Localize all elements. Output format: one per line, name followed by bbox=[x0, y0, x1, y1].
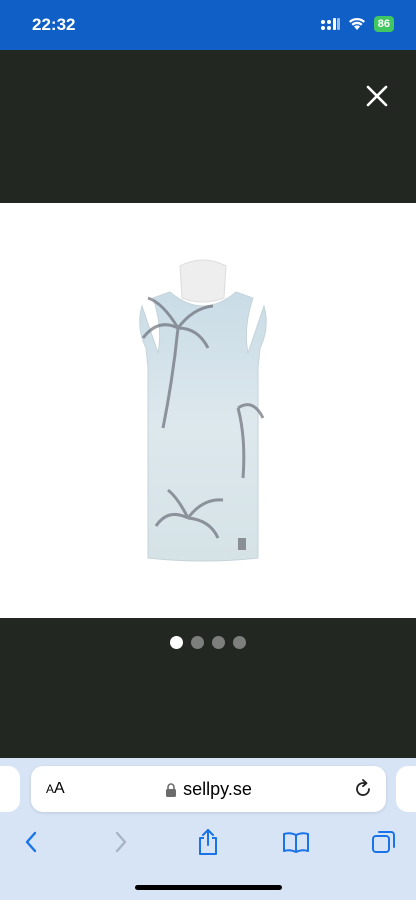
browser-bar: AA sellpy.se bbox=[0, 758, 416, 900]
wifi-icon bbox=[348, 17, 365, 30]
share-button[interactable] bbox=[190, 824, 226, 860]
url-text: sellpy.se bbox=[183, 779, 252, 799]
next-tab-peek[interactable] bbox=[396, 766, 416, 812]
home-indicator[interactable] bbox=[135, 885, 282, 890]
product-image bbox=[139, 259, 267, 562]
address-bar[interactable]: AA sellpy.se bbox=[31, 766, 386, 812]
status-bar: 22:32 86 bbox=[0, 0, 416, 50]
image-viewer-header bbox=[0, 50, 416, 203]
lock-icon bbox=[166, 782, 177, 797]
forward-button[interactable] bbox=[103, 824, 139, 860]
battery-icon: 86 bbox=[373, 16, 394, 32]
bookmarks-button[interactable] bbox=[278, 824, 314, 860]
signal-icon bbox=[320, 18, 340, 30]
pagination-dot-1[interactable] bbox=[170, 636, 183, 649]
forward-icon bbox=[115, 831, 127, 853]
pagination-dot-4[interactable] bbox=[233, 636, 246, 649]
back-button[interactable] bbox=[13, 824, 49, 860]
bookmarks-icon bbox=[283, 832, 309, 853]
status-time: 22:32 bbox=[32, 15, 76, 34]
previous-tab-peek[interactable] bbox=[0, 766, 20, 812]
pagination-dot-3[interactable] bbox=[212, 636, 225, 649]
tabs-icon bbox=[372, 831, 395, 853]
tabs-button[interactable] bbox=[366, 824, 402, 860]
reload-icon[interactable] bbox=[352, 778, 374, 800]
product-image-area[interactable] bbox=[0, 203, 416, 618]
share-icon bbox=[199, 829, 217, 855]
image-pagination bbox=[0, 636, 416, 649]
url-display[interactable]: sellpy.se bbox=[31, 779, 386, 800]
pagination-dot-2[interactable] bbox=[191, 636, 204, 649]
back-icon bbox=[25, 831, 37, 853]
close-icon[interactable] bbox=[364, 83, 390, 109]
status-icons: 86 bbox=[320, 16, 394, 32]
browser-toolbar bbox=[0, 824, 416, 864]
